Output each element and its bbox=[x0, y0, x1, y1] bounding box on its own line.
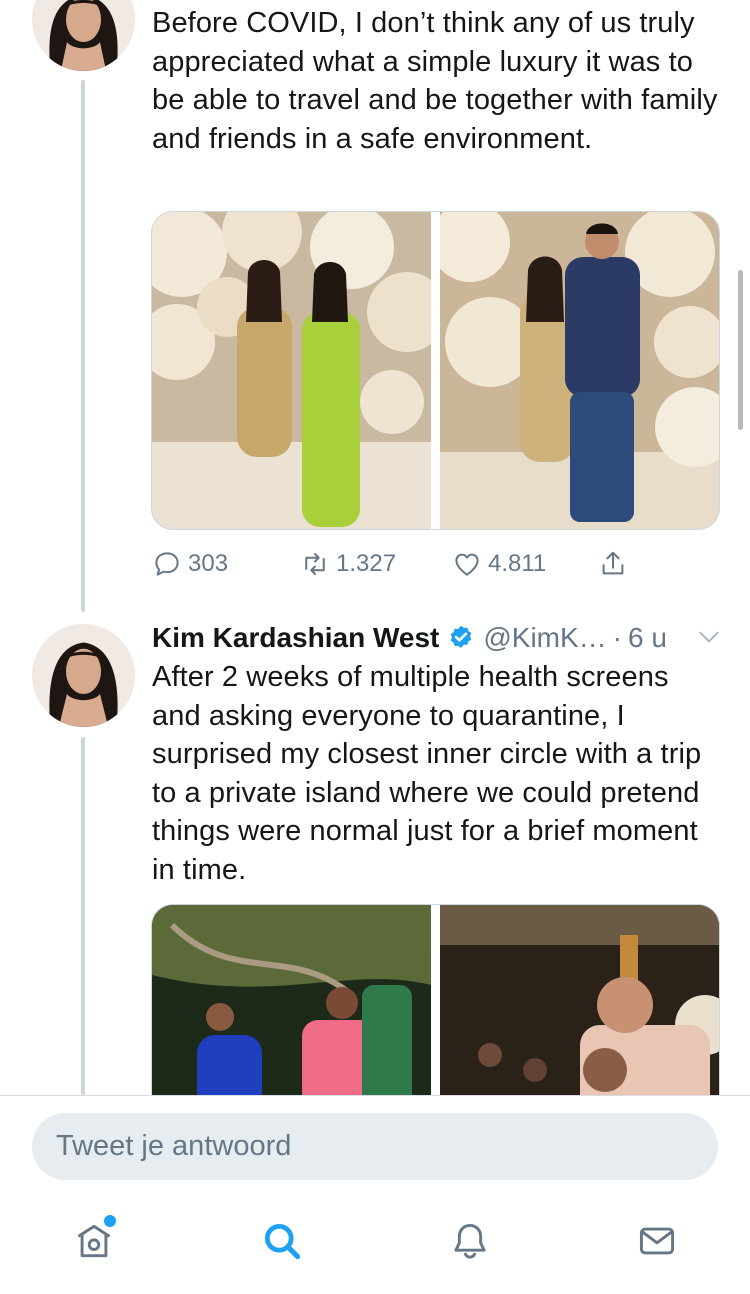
tweet-media-grid[interactable] bbox=[151, 904, 720, 1125]
bottom-tab-bar bbox=[0, 1195, 750, 1294]
reply-action[interactable]: 303 bbox=[152, 540, 228, 588]
thread-line-bottom bbox=[81, 737, 85, 1095]
profile-photo bbox=[32, 0, 135, 71]
tweet-text: Before COVID, I don’t think any of us tr… bbox=[152, 7, 718, 155]
verified-badge-icon bbox=[451, 625, 472, 648]
reply-bar: Tweet je antwoord bbox=[0, 1095, 750, 1196]
tweet-header: Kim Kardashian West @KimK… · 6 u bbox=[152, 618, 732, 658]
separator: · bbox=[612, 622, 622, 653]
tweet-photo-2[interactable] bbox=[440, 212, 719, 529]
search-icon bbox=[264, 1223, 301, 1260]
author-name[interactable]: Kim Kardashian West bbox=[152, 622, 439, 654]
tweet-photo-2[interactable] bbox=[440, 905, 719, 1125]
avatar[interactable] bbox=[32, 0, 135, 71]
tweet-text: After 2 weeks of multiple health screens… bbox=[152, 661, 702, 886]
author-handle[interactable]: @KimK… bbox=[483, 622, 606, 654]
retweet-action[interactable]: 1.327 bbox=[300, 540, 396, 588]
share-icon bbox=[602, 551, 624, 575]
tab-search[interactable] bbox=[254, 1213, 310, 1269]
reply-count: 303 bbox=[188, 550, 229, 577]
chevron-down-icon[interactable] bbox=[696, 624, 722, 650]
tweet-photo-1[interactable] bbox=[152, 905, 431, 1125]
retweet-count: 1.327 bbox=[336, 550, 397, 577]
profile-photo bbox=[32, 624, 135, 727]
share-action[interactable] bbox=[598, 540, 628, 588]
mail-icon bbox=[639, 1227, 675, 1255]
tweet-time[interactable]: 6 u bbox=[628, 622, 667, 654]
thread-line-top bbox=[81, 80, 85, 612]
heart-icon bbox=[455, 553, 479, 576]
scrollbar[interactable] bbox=[738, 270, 743, 430]
notification-dot bbox=[104, 1215, 116, 1227]
avatar[interactable] bbox=[32, 624, 135, 727]
tab-notifications[interactable] bbox=[442, 1213, 498, 1269]
tab-messages[interactable] bbox=[629, 1213, 685, 1269]
tweet-media-grid[interactable] bbox=[151, 211, 720, 530]
like-count: 4.811 bbox=[488, 550, 547, 577]
retweet-icon bbox=[305, 553, 325, 575]
like-action[interactable]: 4.811 bbox=[452, 540, 546, 588]
tweet-actions: 303 1.327 4.811 bbox=[152, 540, 642, 588]
bell-icon bbox=[454, 1223, 486, 1259]
comment-icon bbox=[155, 552, 179, 576]
reply-input[interactable]: Tweet je antwoord bbox=[32, 1113, 718, 1180]
tweet-photo-1[interactable] bbox=[152, 212, 431, 529]
